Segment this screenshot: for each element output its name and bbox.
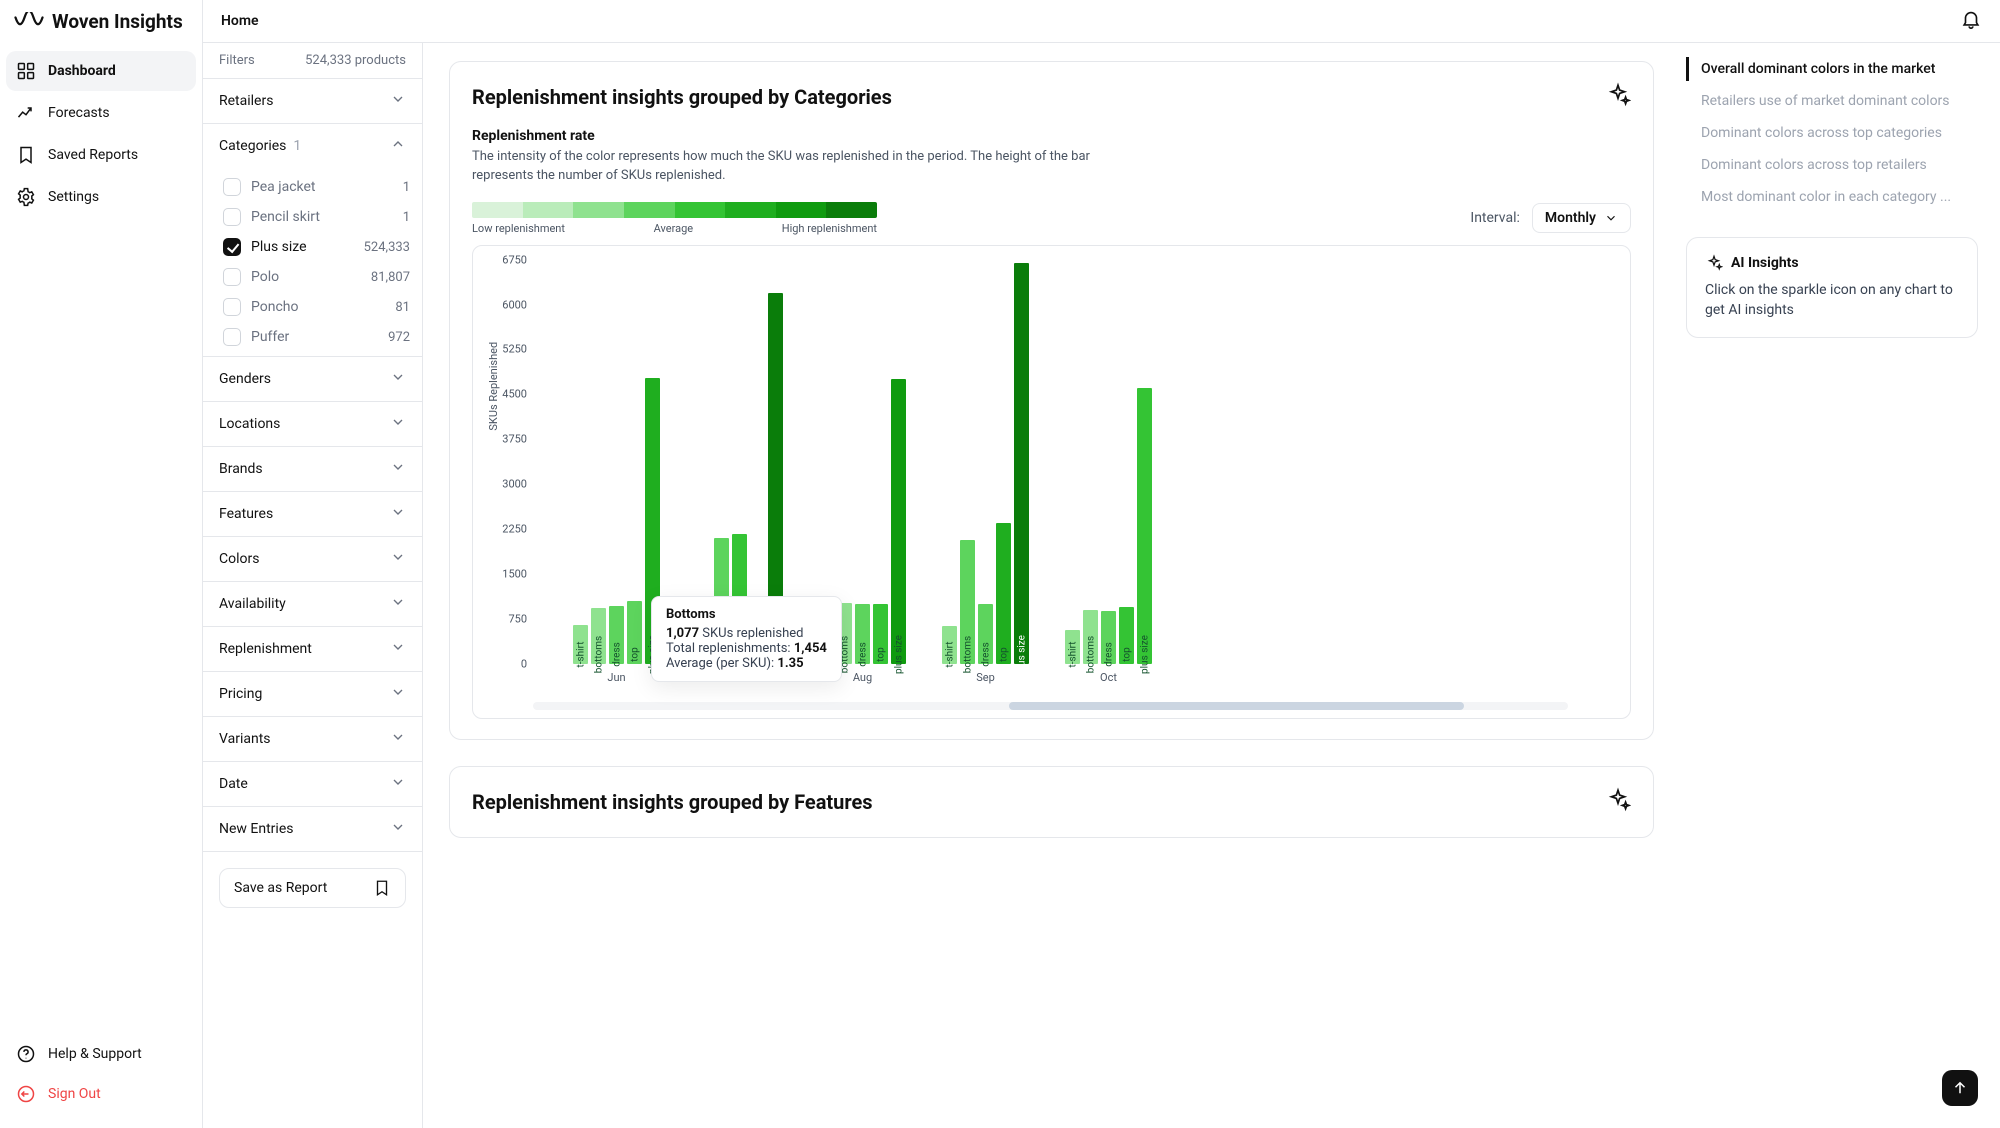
chevron-down-icon: [390, 91, 406, 111]
filter-colors[interactable]: Colors: [203, 537, 422, 582]
filter-locations[interactable]: Locations: [203, 402, 422, 447]
category-option[interactable]: Pencil skirt1: [217, 202, 416, 232]
filter-genders[interactable]: Genders: [203, 357, 422, 402]
chart-bar[interactable]: plus size: [1014, 263, 1029, 664]
bookmark-icon: [373, 879, 391, 897]
replenishment-card: Replenishment insights grouped by Catego…: [449, 61, 1654, 740]
insights-panel: Overall dominant colors in the market Ret…: [1680, 43, 2000, 1128]
breadcrumb-home[interactable]: Home: [221, 13, 259, 29]
chart-bar[interactable]: bottoms: [960, 540, 975, 663]
chart-bar[interactable]: dress: [609, 606, 624, 663]
filter-date[interactable]: Date: [203, 762, 422, 807]
toc-item[interactable]: Most dominant color in each category ...: [1686, 185, 1978, 209]
left-nav: Woven Insights Dashboard Forecasts Saved…: [0, 0, 203, 1128]
chart-bar[interactable]: plus size: [1137, 388, 1152, 663]
chart-bar[interactable]: top: [873, 604, 888, 664]
filters-total: 524,333 products: [305, 53, 406, 68]
filters-panel: Filters 524,333 products Retailers Categ…: [203, 43, 423, 1128]
toc-item[interactable]: Dominant colors across top categories: [1686, 121, 1978, 145]
chart-h-scrollbar[interactable]: [533, 702, 1568, 710]
toc-item[interactable]: Overall dominant colors in the market: [1686, 57, 1978, 81]
features-card-title: Replenishment insights grouped by Featur…: [472, 790, 873, 814]
notifications-icon[interactable]: [1960, 8, 1982, 34]
filter-variants[interactable]: Variants: [203, 717, 422, 762]
categories-list[interactable]: Pea jacket1Pencil skirt1Plus size524,333…: [203, 168, 422, 357]
ai-insights-widget: AI Insights Click on the sparkle icon on…: [1686, 237, 1978, 338]
category-option[interactable]: Puffer972: [217, 322, 416, 352]
category-option[interactable]: Plus size524,333: [217, 232, 416, 262]
filter-retailers[interactable]: Retailers: [203, 79, 422, 124]
chart-tooltip: Bottoms 1,077 SKUs replenished Total rep…: [651, 596, 842, 682]
filter-new-entries[interactable]: New Entries: [203, 807, 422, 852]
interval-label: Interval:: [1470, 210, 1520, 226]
chart-bar[interactable]: dress: [1101, 611, 1116, 664]
chart-bar[interactable]: top: [1119, 607, 1134, 664]
save-as-report-button[interactable]: Save as Report: [219, 868, 406, 908]
nav-settings[interactable]: Settings: [6, 177, 196, 217]
filter-brands[interactable]: Brands: [203, 447, 422, 492]
chart-bar[interactable]: top: [996, 523, 1011, 664]
chevron-up-icon: [390, 136, 406, 156]
color-gradient-legend: [472, 202, 877, 218]
category-option[interactable]: Pea jacket1: [217, 172, 416, 202]
toc-item[interactable]: Retailers use of market dominant colors: [1686, 89, 1978, 113]
rate-title: Replenishment rate: [472, 128, 1631, 144]
insights-toc: Overall dominant colors in the market Ret…: [1686, 57, 1978, 209]
features-card: Replenishment insights grouped by Featur…: [449, 766, 1654, 838]
nav-forecasts[interactable]: Forecasts: [6, 93, 196, 133]
brand: Woven Insights: [0, 0, 202, 43]
filters-label: Filters: [219, 53, 255, 68]
filter-features[interactable]: Features: [203, 492, 422, 537]
sparkle-icon[interactable]: [1605, 787, 1631, 817]
chart-bar[interactable]: dress: [855, 604, 870, 664]
chart-bar[interactable]: t-shirt: [942, 626, 957, 664]
chart-bar[interactable]: plus size: [891, 379, 906, 663]
chart-bar[interactable]: t-shirt: [573, 625, 588, 664]
brand-text: Woven Insights: [52, 10, 183, 33]
nav-dashboard[interactable]: Dashboard: [6, 51, 196, 91]
chart-bar[interactable]: t-shirt: [1065, 630, 1080, 664]
filter-replenishment[interactable]: Replenishment: [203, 627, 422, 672]
sparkle-icon[interactable]: [1605, 82, 1631, 112]
category-option[interactable]: Polo81,807: [217, 262, 416, 292]
chart-container: SKUs Replenished t-shirtbottomsdresstopp…: [472, 245, 1631, 719]
chart-bar[interactable]: bottoms: [591, 608, 606, 664]
card-title: Replenishment insights grouped by Catego…: [472, 85, 892, 109]
main-content: Replenishment insights grouped by Catego…: [423, 43, 1680, 1128]
chart-bar[interactable]: dress: [978, 604, 993, 664]
toc-item[interactable]: Dominant colors across top retailers: [1686, 153, 1978, 177]
chart-bar[interactable]: bottoms: [1083, 610, 1098, 664]
filter-availability[interactable]: Availability: [203, 582, 422, 627]
filter-categories[interactable]: Categories 1: [203, 124, 422, 168]
sparkle-icon: [1705, 254, 1723, 272]
interval-select[interactable]: Monthly: [1532, 203, 1631, 233]
filter-pricing[interactable]: Pricing: [203, 672, 422, 717]
rate-desc: The intensity of the color represents ho…: [472, 148, 1092, 186]
category-option[interactable]: Poncho81: [217, 292, 416, 322]
scroll-to-top-button[interactable]: [1942, 1070, 1978, 1106]
chart-bar[interactable]: top: [627, 601, 642, 664]
nav-saved-reports[interactable]: Saved Reports: [6, 135, 196, 175]
topbar: Home: [203, 0, 2000, 43]
nav-help[interactable]: Help & Support: [6, 1034, 196, 1074]
nav-signout[interactable]: Sign Out: [6, 1074, 196, 1114]
